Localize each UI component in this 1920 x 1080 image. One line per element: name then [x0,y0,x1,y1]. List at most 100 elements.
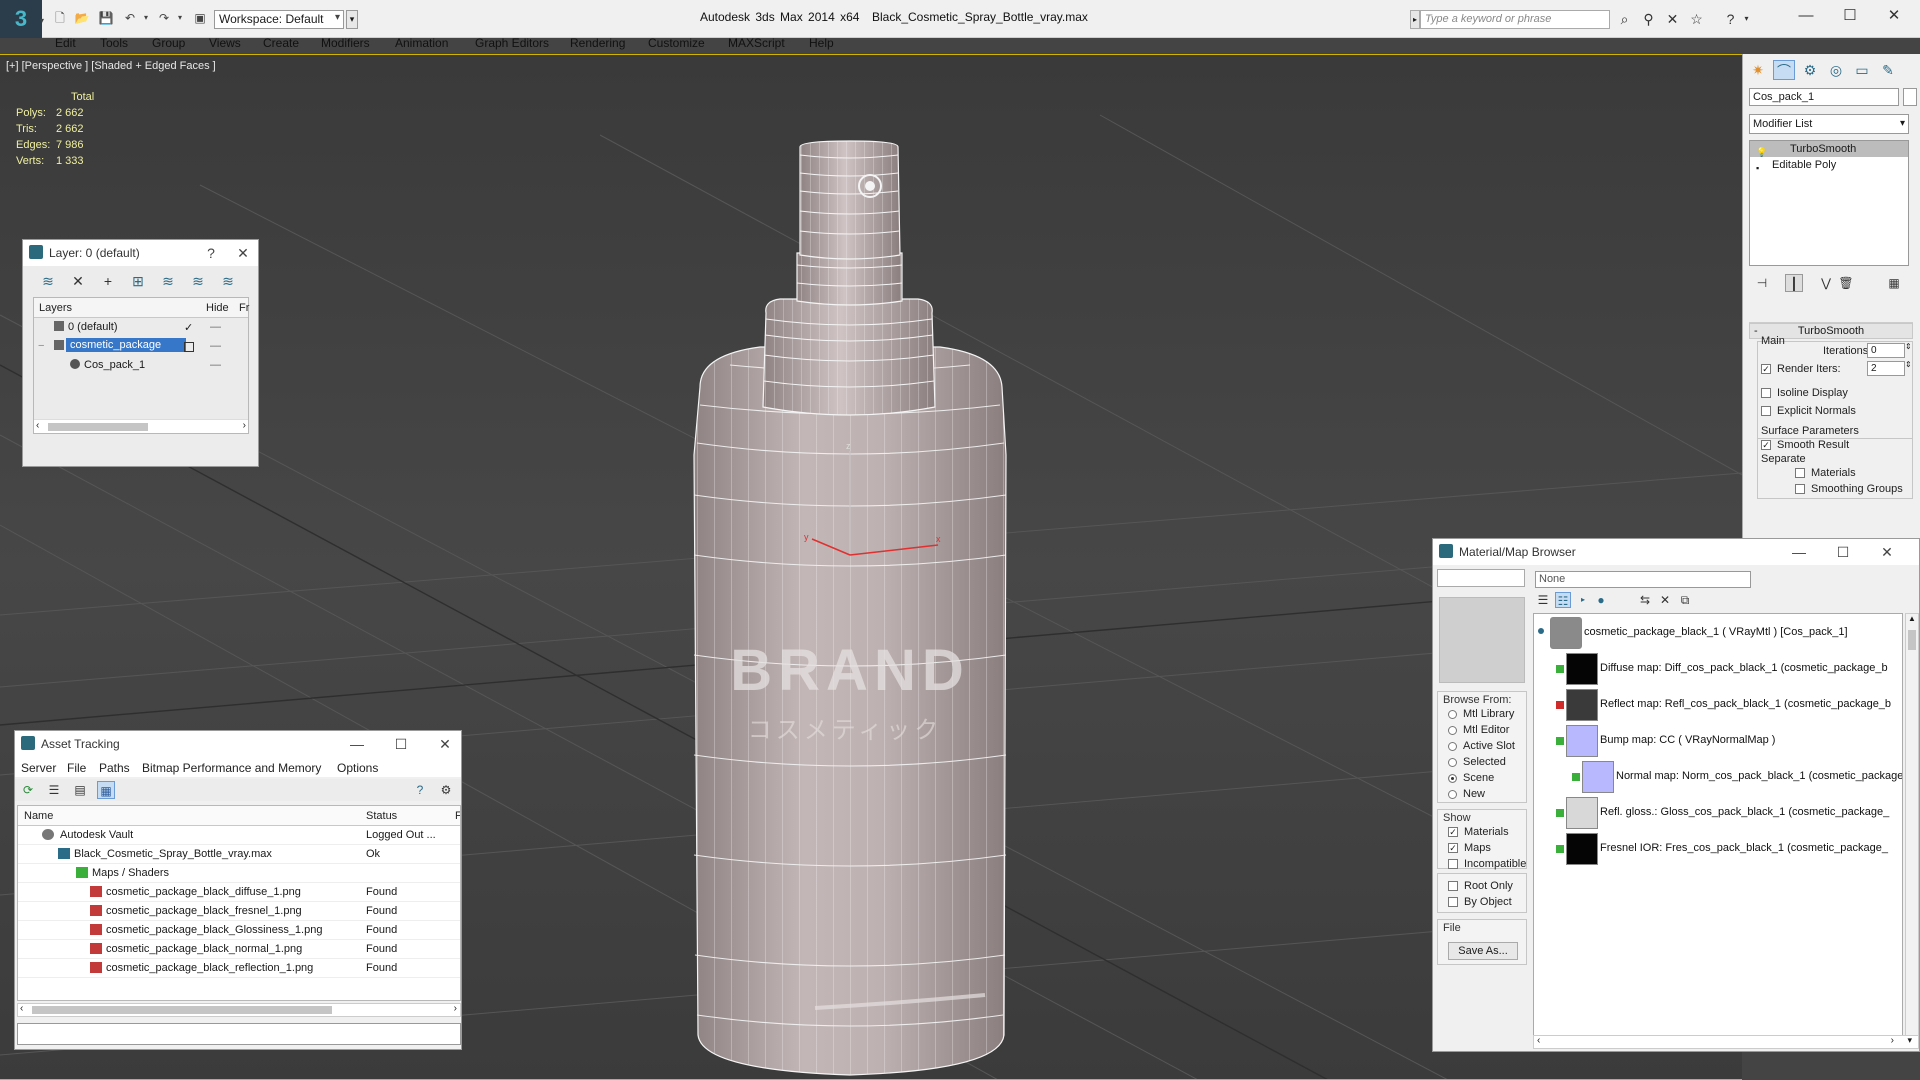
thumbnail-view-icon[interactable]: ▤ [71,781,89,799]
separate-smoothing-groups-checkbox[interactable]: Smoothing Groups [1795,483,1903,495]
select-by-material-icon[interactable]: ⇆ [1637,592,1653,608]
remove-modifier-icon[interactable]: 🗑 [1837,274,1855,292]
menu-options[interactable]: Options [337,761,378,775]
close-icon[interactable]: ✕ [1875,542,1899,562]
browse-selected[interactable]: Selected [1448,756,1506,768]
tree-item-reflect-map[interactable]: Reflect map: Refl_cos_pack_black_1 (cosm… [1534,688,1902,722]
expand-plus-icon[interactable]: ▪ [1756,160,1764,173]
favorites-star-icon[interactable]: ☆ [1688,11,1705,27]
hide-all-layers-icon[interactable]: ≋ [189,272,207,290]
save-file-icon[interactable]: 💾 [98,11,114,25]
collapse-icon[interactable]: - [1754,324,1758,338]
pin-stack-icon[interactable]: ⊣ [1753,274,1771,292]
view-tree-icon[interactable]: ☷ [1555,592,1571,608]
scroll-up-icon[interactable]: ▲ [1908,614,1916,623]
workspace-expand-icon[interactable]: ▾ [346,10,358,29]
hide-toggle[interactable]: — [210,340,221,352]
open-file-icon[interactable]: 📂 [74,11,90,25]
browse-new[interactable]: New [1448,788,1485,800]
motion-tab-icon[interactable]: ◎ [1825,60,1847,80]
tree-item-material[interactable]: cosmetic_package_black_1 ( VRayMtl ) [Co… [1534,616,1902,650]
menu-modifiers[interactable]: Modifiers [321,36,370,50]
table-row[interactable]: Black_Cosmetic_Spray_Bottle_vray.max Ok [18,845,460,864]
copy-icon[interactable]: ⧉ [1677,592,1693,608]
list-view-icon[interactable]: ☰ [45,781,63,799]
sphere-icon[interactable]: ● [1593,592,1609,608]
table-row[interactable]: cosmetic_package_black_reflection_1.png … [18,959,460,978]
table-row[interactable]: Maps / Shaders [18,864,460,883]
new-file-icon[interactable]: 🗋 [52,11,68,25]
add-to-layer-icon[interactable]: + [99,272,117,290]
table-row[interactable]: cosmetic_package_black_normal_1.png Foun… [18,940,460,959]
column-layers[interactable]: Layers [39,302,72,314]
menu-graph-editors[interactable]: Graph Editors [475,36,549,50]
layer-row-default[interactable]: 0 (default) ✓ — [34,318,248,337]
redo-icon[interactable]: ↷ [156,11,172,25]
scroll-right-icon[interactable]: › [1891,1035,1894,1046]
render-iters-checkbox[interactable]: ✓ Render Iters: [1761,363,1841,375]
minimize-icon[interactable]: — [1787,542,1811,562]
menu-help[interactable]: Help [809,36,834,50]
create-layer-icon[interactable]: ≋ [39,272,57,290]
table-view-icon[interactable]: ▦ [97,781,115,799]
show-maps-checkbox[interactable]: ✓ Maps [1448,842,1491,854]
modify-tab-icon[interactable]: ⌒ [1773,60,1795,80]
freeze-all-layers-icon[interactable]: ≋ [219,272,237,290]
layer-row-cosmetic-package[interactable]: − cosmetic_package — [34,337,248,356]
light-bulb-icon[interactable]: 💡 [1756,144,1767,157]
show-end-result-icon[interactable]: ┃ [1785,274,1803,292]
tree-item-normal-map[interactable]: Normal map: Norm_cos_pack_black_1 (cosme… [1534,760,1902,794]
layer-row-object[interactable]: Cos_pack_1 — [34,356,248,375]
settings-help-icon[interactable]: ⚙ [437,781,455,799]
column-freeze[interactable]: Fr [239,302,249,314]
minimize-icon[interactable]: — [1786,4,1826,28]
layer-horizontal-scrollbar[interactable]: ‹ › [34,419,248,433]
refresh-icon[interactable]: ⟳ [19,781,37,799]
table-row[interactable]: cosmetic_package_black_diffuse_1.png Fou… [18,883,460,902]
tree-item-bump-map[interactable]: Bump map: CC ( VRayNormalMap ) [1534,724,1902,758]
menu-customize[interactable]: Customize [648,36,705,50]
scroll-thumb[interactable] [48,423,148,431]
menu-views[interactable]: Views [209,36,241,50]
viewport-label[interactable]: [+] [Perspective ] [Shaded + Edged Faces… [6,60,216,72]
asset-horizontal-scrollbar[interactable]: ‹ › [17,1003,461,1017]
browse-active-slot[interactable]: Active Slot [1448,740,1515,752]
make-current-toggle[interactable] [184,342,194,352]
column-extra[interactable]: F [455,810,460,822]
tree-item-fresnel-map[interactable]: Fresnel IOR: Fres_cos_pack_black_1 (cosm… [1534,832,1902,866]
current-layer-check-icon[interactable]: ✓ [184,321,193,334]
delete-layer-icon[interactable]: ✕ [69,272,87,290]
app-menu-dropdown-icon[interactable]: ▾ [34,14,50,28]
iterations-spinner[interactable]: 0 [1867,343,1905,358]
collapse-icon[interactable]: − [38,340,44,352]
help-dropdown-icon[interactable]: ▾ [1738,11,1755,27]
material-filter-input[interactable]: None [1535,571,1751,588]
tree-item-gloss-map[interactable]: Refl. gloss.: Gloss_cos_pack_black_1 (co… [1534,796,1902,830]
render-iters-spinner[interactable]: 2 [1867,361,1905,376]
highlight-layer-icon[interactable]: ≋ [159,272,177,290]
material-horizontal-scrollbar[interactable]: ‹ › ▾ [1533,1035,1919,1049]
project-folder-icon[interactable]: ▣ [192,11,208,25]
scroll-expand-icon[interactable]: ▾ [1907,1035,1912,1046]
view-options-icon[interactable]: ▸ [1575,592,1591,608]
modifier-list-dropdown[interactable]: Modifier List [1749,114,1909,134]
menu-paths[interactable]: Paths [99,761,130,775]
view-list-icon[interactable]: ☰ [1535,592,1551,608]
menu-animation[interactable]: Animation [395,36,448,50]
create-tab-icon[interactable]: ✷ [1747,60,1769,80]
layer-window-titlebar[interactable]: Layer: 0 (default) ? ✕ [23,240,258,266]
help-icon[interactable]: ? [1722,11,1739,27]
redo-dropdown-icon[interactable]: ▾ [172,11,188,25]
scroll-left-icon[interactable]: ‹ [20,1003,23,1014]
spinner-arrows-icon[interactable]: ⇕ [1905,360,1912,369]
close-icon[interactable]: ✕ [231,243,255,263]
scroll-left-icon[interactable]: ‹ [1537,1035,1540,1046]
minimize-icon[interactable]: — [345,734,369,754]
menu-edit[interactable]: Edit [55,36,76,50]
maximize-icon[interactable]: ☐ [1831,542,1855,562]
column-name[interactable]: Name [24,810,53,822]
tree-item-diffuse-map[interactable]: Diffuse map: Diff_cos_pack_black_1 (cosm… [1534,652,1902,686]
menu-tools[interactable]: Tools [100,36,128,50]
hide-toggle[interactable]: — [210,359,221,371]
separate-materials-checkbox[interactable]: Materials [1795,467,1856,479]
